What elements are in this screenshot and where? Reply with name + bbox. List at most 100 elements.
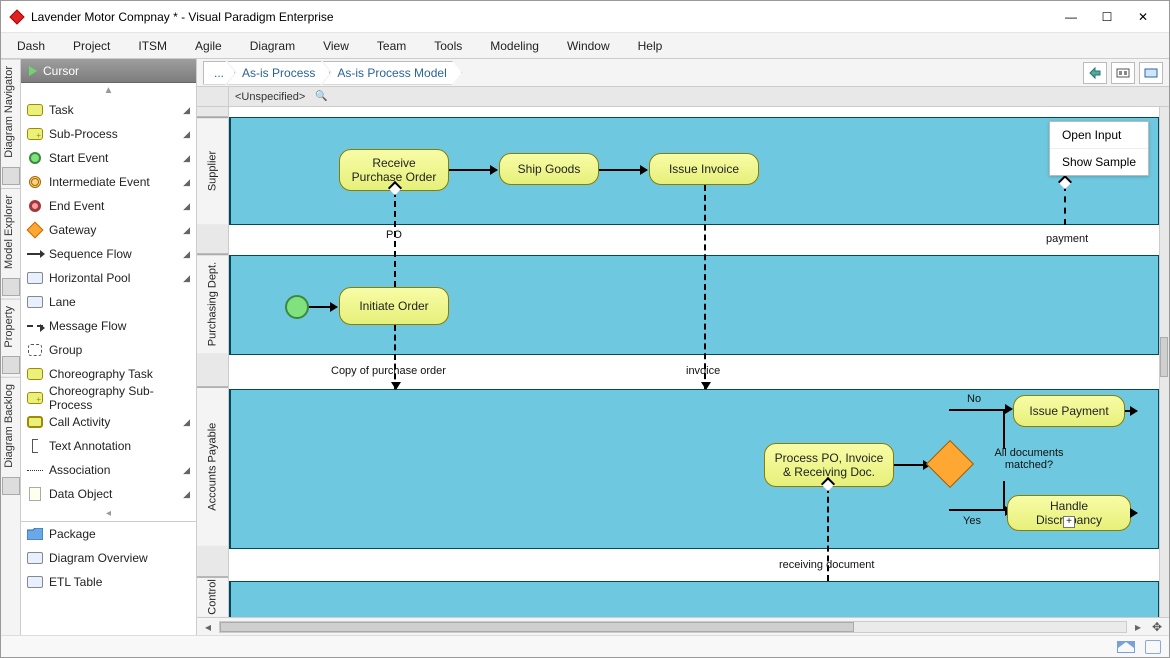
search-icon[interactable]: 🔍: [315, 91, 327, 102]
app-icon: [9, 9, 25, 25]
vertical-scroll-thumb[interactable]: [1160, 337, 1168, 377]
task-ship-goods[interactable]: Ship Goods: [499, 153, 599, 185]
palette-scroll-up[interactable]: ▲: [21, 83, 196, 98]
palette-start-event[interactable]: Start Event◢: [21, 146, 196, 170]
menu-view[interactable]: View: [323, 39, 349, 53]
seq-handle-out: [1131, 512, 1137, 514]
palette-choreography-sub-process[interactable]: Choreography Sub-Process: [21, 386, 196, 410]
lane-icon: [27, 296, 43, 308]
palette-diagram-overview[interactable]: Diagram Overview: [21, 546, 196, 570]
pool-icon: [27, 272, 43, 284]
menu-project[interactable]: Project: [73, 39, 110, 53]
toolbar-icon-3[interactable]: [1139, 62, 1163, 84]
folder-icon: [27, 528, 43, 540]
palette-cursor[interactable]: Cursor: [21, 59, 196, 83]
start-event-icon: [29, 152, 41, 164]
sidetab-icon-4[interactable]: [2, 477, 20, 495]
sidetab-diagram-navigator[interactable]: Diagram Navigator: [1, 59, 20, 164]
task-handle-discrepancy[interactable]: Handle Discrepancy+: [1007, 495, 1131, 531]
sidetab-icon-1[interactable]: [2, 167, 20, 185]
menu-tools[interactable]: Tools: [434, 39, 462, 53]
seq-issue-payment-out: [1125, 410, 1137, 412]
status-icon[interactable]: [1145, 640, 1161, 654]
menu-agile[interactable]: Agile: [195, 39, 222, 53]
sub-process-marker-icon: +: [1063, 516, 1075, 528]
menu-dash[interactable]: Dash: [17, 39, 45, 53]
palette-lane[interactable]: Lane: [21, 290, 196, 314]
palette-text-annotation[interactable]: Text Annotation: [21, 434, 196, 458]
sidetab-diagram-backlog[interactable]: Diagram Backlog: [1, 377, 20, 474]
pan-handle-icon[interactable]: ✥: [1149, 619, 1165, 635]
pool-gap-1[interactable]: [197, 224, 228, 254]
pool-header-supplier[interactable]: Supplier: [197, 117, 228, 224]
palette-choreography-task[interactable]: Choreography Task: [21, 362, 196, 386]
task-issue-payment[interactable]: Issue Payment: [1013, 395, 1125, 427]
status-bar: [1, 635, 1169, 657]
menu-window[interactable]: Window: [567, 39, 610, 53]
layer-unspecified[interactable]: <Unspecified>: [229, 91, 311, 103]
menu-help[interactable]: Help: [638, 39, 663, 53]
vertical-scrollbar[interactable]: [1159, 107, 1169, 617]
palette-sequence-flow[interactable]: Sequence Flow◢: [21, 242, 196, 266]
minimize-button[interactable]: ―: [1053, 3, 1089, 31]
palette-group[interactable]: Group: [21, 338, 196, 362]
hint-box: Open Input Show Sample: [1049, 121, 1149, 176]
palette-cursor-label: Cursor: [43, 64, 79, 78]
palette-end-event[interactable]: End Event◢: [21, 194, 196, 218]
menu-itsm[interactable]: ITSM: [138, 39, 167, 53]
breadcrumb-bar: ... As-is Process As-is Process Model: [197, 59, 1169, 87]
start-event[interactable]: [285, 295, 309, 319]
maximize-button[interactable]: ☐: [1089, 3, 1125, 31]
hscroll-left[interactable]: ◂: [201, 620, 215, 634]
horizontal-scrollbar[interactable]: ◂ ▸ ✥: [197, 617, 1169, 635]
sidetab-model-explorer[interactable]: Model Explorer: [1, 188, 20, 275]
palette-etl-table[interactable]: ETL Table: [21, 570, 196, 594]
hint-open-input[interactable]: Open Input: [1050, 122, 1148, 149]
hscroll-right[interactable]: ▸: [1131, 620, 1145, 634]
task-issue-invoice[interactable]: Issue Invoice: [649, 153, 759, 185]
palette-task[interactable]: Task◢: [21, 98, 196, 122]
pool-header-accounts[interactable]: Accounts Payable: [197, 387, 228, 546]
ruler-bar: <Unspecified> 🔍: [197, 87, 1169, 107]
breadcrumb-2[interactable]: As-is Process Model: [322, 61, 461, 85]
palette-message-flow[interactable]: Message Flow: [21, 314, 196, 338]
branch-no-arrow: [1005, 404, 1013, 414]
group-icon: [28, 344, 42, 356]
intermediate-event-icon: [29, 176, 41, 188]
palette-gateway[interactable]: Gateway◢: [21, 218, 196, 242]
menu-bar: Dash Project ITSM Agile Diagram View Tea…: [1, 33, 1169, 59]
palette-sub-process[interactable]: Sub-Process◢: [21, 122, 196, 146]
toolbar-icon-2[interactable]: [1111, 62, 1135, 84]
task-icon: [27, 104, 43, 116]
pool-control[interactable]: [229, 581, 1159, 617]
msg-invoice: [704, 185, 706, 389]
seq-process-to-gw: [894, 464, 930, 466]
mail-icon[interactable]: [1117, 641, 1135, 653]
breadcrumb-1[interactable]: As-is Process: [227, 61, 330, 85]
pool-header-purchasing[interactable]: Purchasing Dept.: [197, 254, 228, 353]
choreo-sub-icon: [27, 392, 43, 404]
toolbar-icon-1[interactable]: [1083, 62, 1107, 84]
menu-team[interactable]: Team: [377, 39, 406, 53]
palette-scroll-down[interactable]: ◂: [21, 506, 196, 521]
menu-diagram[interactable]: Diagram: [250, 39, 295, 53]
hscroll-track[interactable]: [219, 621, 1127, 633]
sub-process-icon: [27, 128, 43, 140]
task-initiate-order[interactable]: Initiate Order: [339, 287, 449, 325]
close-button[interactable]: ✕: [1125, 3, 1161, 31]
pool-header-control[interactable]: Control: [197, 577, 228, 617]
palette-data-object[interactable]: Data Object◢: [21, 482, 196, 506]
palette-intermediate-event[interactable]: Intermediate Event◢: [21, 170, 196, 194]
palette-horizontal-pool[interactable]: Horizontal Pool◢: [21, 266, 196, 290]
menu-modeling[interactable]: Modeling: [490, 39, 539, 53]
palette-association[interactable]: Association◢: [21, 458, 196, 482]
palette-call-activity[interactable]: Call Activity◢: [21, 410, 196, 434]
sidetab-icon-2[interactable]: [2, 278, 20, 296]
diagram-canvas[interactable]: Receive Purchase Order Ship Goods Issue …: [229, 107, 1169, 617]
palette-package[interactable]: Package: [21, 522, 196, 546]
hscroll-thumb[interactable]: [220, 622, 854, 632]
hint-show-sample[interactable]: Show Sample: [1050, 149, 1148, 175]
sidetab-property[interactable]: Property: [1, 299, 20, 354]
sidetab-icon-3[interactable]: [2, 356, 20, 374]
seq-receive-to-ship: [449, 169, 497, 171]
